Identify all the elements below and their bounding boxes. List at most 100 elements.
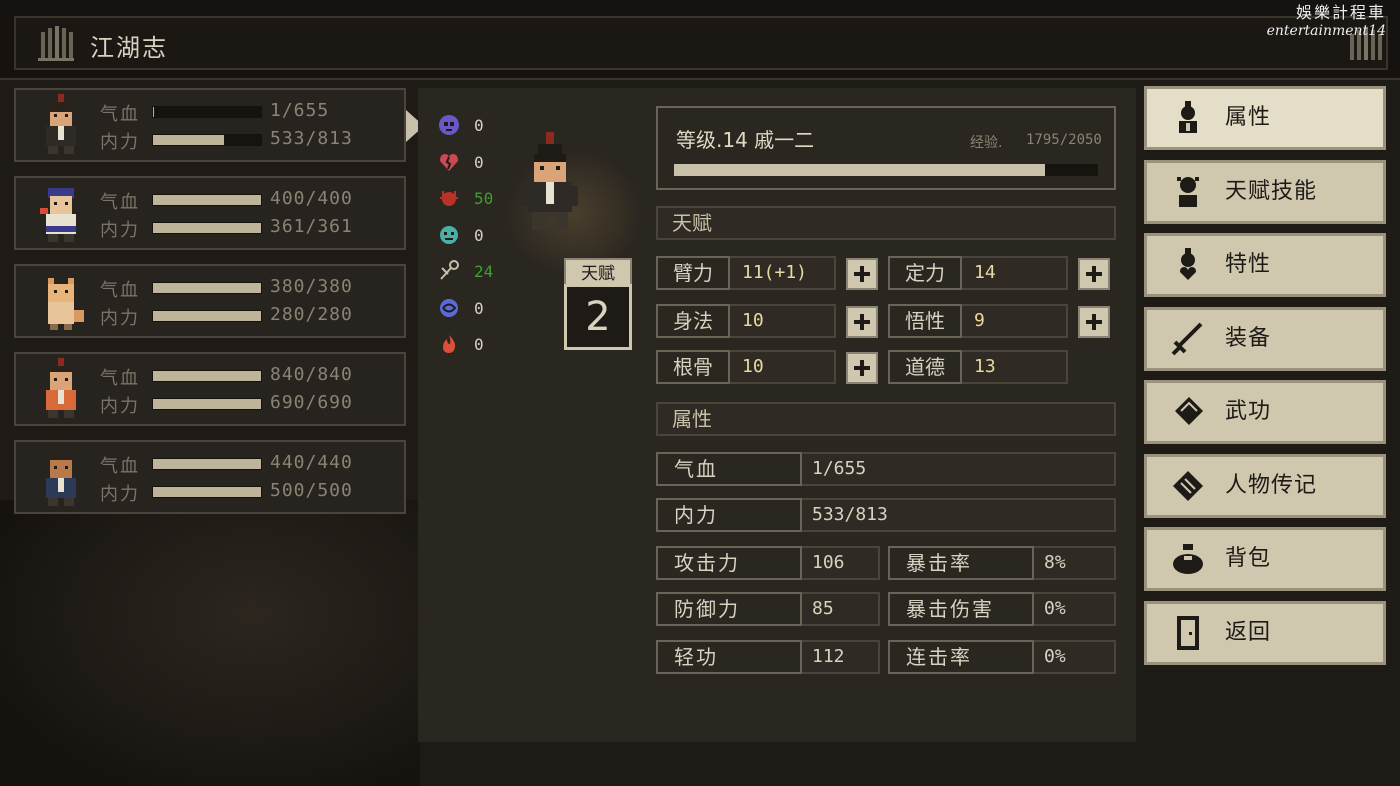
resistance-value: 24 bbox=[474, 262, 494, 281]
stat-constitution: 根骨 10 bbox=[656, 350, 836, 384]
needle-icon bbox=[440, 260, 459, 280]
hp-label: 气血 bbox=[100, 104, 140, 125]
resistance-value: 0 bbox=[474, 152, 484, 172]
hp-bar bbox=[152, 106, 262, 118]
add-constitution-button[interactable] bbox=[846, 352, 878, 384]
title-frame: 江湖志 bbox=[14, 16, 1388, 70]
level-name: 等级.14 戚一二 bbox=[676, 128, 815, 152]
attr-value: 112 bbox=[802, 640, 880, 674]
add-strength-button[interactable] bbox=[846, 258, 878, 290]
stat-strength: 臂力 11(+1) bbox=[656, 256, 836, 290]
person-icon bbox=[1179, 101, 1197, 133]
watermark-line-2: entertainment14 bbox=[1266, 23, 1386, 39]
mp-label: 内力 bbox=[100, 396, 140, 417]
stat-label: 臂力 bbox=[656, 256, 730, 290]
mp-value: 280/280 bbox=[270, 304, 353, 325]
party-member-2[interactable]: 气血 400/400 内力 361/361 bbox=[14, 176, 406, 250]
menu-equipment-button[interactable]: 装备 bbox=[1144, 306, 1386, 371]
attr-section-title: 属性 bbox=[656, 402, 1116, 436]
hp-value: 1/655 bbox=[270, 100, 330, 121]
broken-heart-icon bbox=[440, 153, 458, 171]
attr-value: 1/655 bbox=[802, 452, 1116, 486]
stat-morality: 道德 13 bbox=[888, 350, 1068, 384]
hero-portrait bbox=[522, 132, 578, 230]
exp-value: 1795/2050 bbox=[1026, 132, 1102, 148]
party-member-5[interactable]: 气血 440/440 内力 500/500 bbox=[14, 440, 406, 514]
resistance-value: 50 bbox=[474, 189, 494, 208]
party-list: 气血 1/655 内力 533/813 气血 400/400 内力 361/36… bbox=[14, 88, 424, 528]
menu-label: 装备 bbox=[1225, 325, 1272, 351]
stat-insight: 悟性 9 bbox=[888, 304, 1068, 338]
attr-label: 暴击率 bbox=[888, 546, 1034, 580]
menu-return-button[interactable]: 返回 bbox=[1144, 600, 1386, 665]
hp-label: 气血 bbox=[100, 280, 140, 301]
resistance-value: 0 bbox=[474, 225, 484, 245]
hero-avatar-icon bbox=[46, 358, 76, 418]
talent-points-value: 2 bbox=[564, 284, 632, 350]
book-icon bbox=[1175, 397, 1203, 425]
menu-martial-arts-button[interactable]: 武功 bbox=[1144, 380, 1386, 444]
mp-value: 361/361 bbox=[270, 216, 353, 237]
party-member-4[interactable]: 气血 840/840 内力 690/690 bbox=[14, 352, 406, 426]
menu-attributes-button[interactable]: 属性 bbox=[1144, 86, 1386, 150]
attr-value: 0% bbox=[1034, 592, 1116, 626]
attr-value: 533/813 bbox=[802, 498, 1116, 532]
stat-value: 13 bbox=[962, 350, 1068, 384]
stat-label: 道德 bbox=[888, 350, 962, 384]
resistance-row: 0 bbox=[438, 331, 508, 368]
stat-label: 根骨 bbox=[656, 350, 730, 384]
mp-label: 内力 bbox=[100, 132, 140, 153]
attr-label: 攻击力 bbox=[656, 546, 802, 580]
add-insight-button[interactable] bbox=[1078, 306, 1110, 338]
hero-avatar-icon bbox=[46, 94, 76, 154]
side-menu: 属性 天赋技能 特性 装备 武功 人物传记 背包 返回 bbox=[1144, 86, 1386, 674]
resistance-row: 24 bbox=[438, 258, 508, 295]
character-panel: 0 0 50 0 24 0 0 天赋 2 等级.14 戚一二 经验. 1795/… bbox=[418, 88, 1136, 742]
door-icon bbox=[1177, 615, 1199, 650]
resistance-row: 50 bbox=[438, 185, 508, 222]
talent-points-label: 天赋 bbox=[564, 258, 632, 286]
stat-label: 悟性 bbox=[888, 304, 962, 338]
attr-label: 防御力 bbox=[656, 592, 802, 626]
hp-bar bbox=[152, 458, 262, 470]
resistance-value: 0 bbox=[474, 116, 484, 135]
attr-label: 连击率 bbox=[888, 640, 1034, 674]
exp-bar bbox=[674, 164, 1098, 176]
party-member-1[interactable]: 气血 1/655 内力 533/813 bbox=[14, 88, 424, 162]
menu-traits-button[interactable]: 特性 bbox=[1144, 233, 1386, 297]
menu-talent-skills-button[interactable]: 天赋技能 bbox=[1144, 159, 1386, 224]
attr-label: 内力 bbox=[656, 498, 802, 532]
mp-bar bbox=[152, 134, 262, 146]
add-focus-button[interactable] bbox=[1078, 258, 1110, 290]
hp-bar bbox=[152, 194, 262, 206]
attr-label: 轻功 bbox=[656, 640, 802, 674]
resistance-row: 0 bbox=[438, 222, 508, 259]
skull-icon bbox=[439, 115, 459, 135]
stat-value: 10 bbox=[730, 350, 836, 384]
hp-label: 气血 bbox=[100, 456, 140, 477]
resistance-list: 0 0 50 0 24 0 0 bbox=[438, 112, 508, 368]
stat-value: 9 bbox=[962, 304, 1068, 338]
stat-value: 10 bbox=[730, 304, 836, 338]
fox-avatar-icon bbox=[48, 278, 84, 330]
menu-label: 人物传记 bbox=[1225, 472, 1318, 498]
mp-bar bbox=[152, 310, 262, 322]
hp-bar bbox=[152, 370, 262, 382]
menu-bag-button[interactable]: 背包 bbox=[1144, 527, 1386, 591]
add-agility-button[interactable] bbox=[846, 306, 878, 338]
watermark: 娛樂計程車 entertainment14 bbox=[1267, 4, 1386, 40]
swirl-icon bbox=[440, 298, 458, 317]
mp-label: 内力 bbox=[100, 308, 140, 329]
resistance-value: 0 bbox=[474, 298, 484, 318]
mp-value: 690/690 bbox=[270, 392, 353, 413]
attr-label: 气血 bbox=[656, 452, 802, 486]
hp-value: 440/440 bbox=[270, 452, 353, 473]
mp-value: 533/813 bbox=[270, 128, 353, 149]
talent-person-icon bbox=[1177, 176, 1199, 207]
mp-label: 内力 bbox=[100, 220, 140, 241]
menu-label: 天赋技能 bbox=[1225, 178, 1318, 204]
mp-value: 500/500 bbox=[270, 480, 353, 501]
menu-biography-button[interactable]: 人物传记 bbox=[1144, 453, 1386, 518]
party-member-3[interactable]: 气血 380/380 内力 280/280 bbox=[14, 264, 406, 338]
talent-section-title: 天赋 bbox=[656, 206, 1116, 240]
